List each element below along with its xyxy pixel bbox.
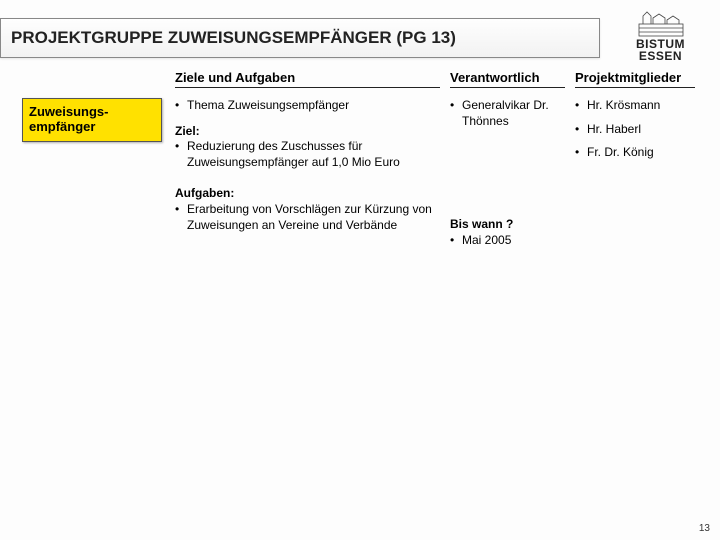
ziel-text: Reduzierung des Zuschusses für Zuweisung… — [187, 139, 440, 170]
bullet-icon: • — [175, 202, 187, 233]
aufgaben-item: • Erarbeitung von Vorschlägen zur Kürzun… — [175, 202, 440, 233]
church-icon — [637, 10, 685, 38]
member-text: Fr. Dr. König — [587, 145, 695, 161]
aufgaben-label: Aufgaben: — [175, 186, 440, 202]
content-row: Zuweisungs-empfänger • Thema Zuweisungse… — [0, 98, 720, 248]
aufgaben-text: Erarbeitung von Vorschlägen zur Kürzung … — [187, 202, 440, 233]
column-mitglieder: • Hr. Krösmann • Hr. Haberl • Fr. Dr. Kö… — [575, 98, 695, 161]
column-ziele: • Thema Zuweisungsempfänger Ziel: • Redu… — [175, 98, 440, 233]
member-item: • Fr. Dr. König — [575, 145, 695, 161]
theme-item: • Thema Zuweisungsempfänger — [175, 98, 440, 114]
side-label-zuweisungsempfaenger: Zuweisungs-empfänger — [22, 98, 162, 142]
bullet-icon: • — [175, 98, 187, 114]
theme-text: Thema Zuweisungsempfänger — [187, 98, 440, 114]
bullet-icon: • — [575, 98, 587, 114]
biswann-label: Bis wann ? — [450, 217, 565, 233]
member-item: • Hr. Krösmann — [575, 98, 695, 114]
member-item: • Hr. Haberl — [575, 122, 695, 138]
column-verantwortlich: • Generalvikar Dr. Thönnes Bis wann ? • … — [450, 98, 565, 248]
bullet-icon: • — [450, 98, 462, 129]
bullet-icon: • — [450, 233, 462, 249]
content-area: Ziele und Aufgaben Verantwortlich Projek… — [0, 70, 720, 248]
responsible-item: • Generalvikar Dr. Thönnes — [450, 98, 565, 129]
page-number: 13 — [699, 523, 710, 534]
title-bar: PROJEKTGRUPPE ZUWEISUNGSEMPFÄNGER (PG 13… — [0, 18, 600, 58]
bullet-icon: • — [175, 139, 187, 170]
member-text: Hr. Krösmann — [587, 98, 695, 114]
header-projektmitglieder: Projektmitglieder — [575, 70, 695, 88]
ziel-label: Ziel: — [175, 124, 440, 140]
bullet-icon: • — [575, 122, 587, 138]
page-title: PROJEKTGRUPPE ZUWEISUNGSEMPFÄNGER (PG 13… — [11, 28, 456, 48]
bullet-icon: • — [575, 145, 587, 161]
header-ziele: Ziele und Aufgaben — [175, 70, 440, 88]
logo-line2: ESSEN — [613, 50, 708, 62]
brand-logo: BISTUM ESSEN — [613, 10, 708, 62]
biswann-text: Mai 2005 — [462, 233, 565, 249]
member-text: Hr. Haberl — [587, 122, 695, 138]
column-headers: Ziele und Aufgaben Verantwortlich Projek… — [175, 70, 720, 88]
responsible-text: Generalvikar Dr. Thönnes — [462, 98, 565, 129]
header-verantwortlich: Verantwortlich — [450, 70, 565, 88]
biswann-item: • Mai 2005 — [450, 233, 565, 249]
ziel-item: • Reduzierung des Zuschusses für Zuweisu… — [175, 139, 440, 170]
